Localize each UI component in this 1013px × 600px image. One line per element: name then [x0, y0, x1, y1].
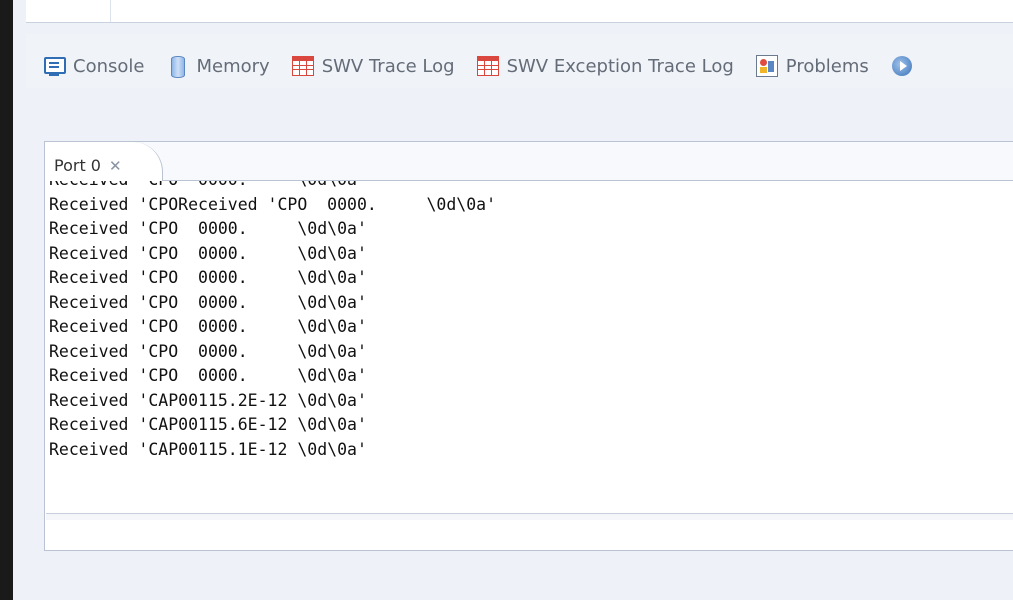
console-line: Received 'CAP00115.2E-12 \0d\0a' — [49, 390, 367, 410]
tab-port-0[interactable]: Port 0 ✕ — [45, 142, 163, 181]
console-line: Received 'CAP00115.1E-12 \0d\0a' — [49, 439, 367, 459]
views-tab-row: Console Memory SWV Trace Log SWV Excepti… — [43, 51, 935, 81]
tab-memory[interactable]: Memory — [166, 55, 270, 78]
console-pane: Port 0 ✕ Received 'CPO 0000. \0d\0a' Rec… — [44, 141, 1013, 551]
console-line: Received 'CAP00115.6E-12 \0d\0a' — [49, 415, 367, 434]
upper-panel-divider — [110, 0, 111, 22]
console-line: Received 'CPO 0000. \0d\0a' — [49, 181, 367, 189]
console-line: Received 'CPO 0000. \0d\0a' — [49, 341, 367, 361]
tab-overflow[interactable] — [891, 55, 913, 77]
tab-swv-exception-trace-log-label: SWV Exception Trace Log — [506, 55, 734, 77]
tab-swv-exception-trace-log[interactable]: SWV Exception Trace Log — [476, 55, 734, 77]
tab-console[interactable]: Console — [43, 55, 144, 77]
tab-memory-label: Memory — [196, 55, 270, 77]
console-tab-strip: Port 0 ✕ — [45, 142, 1013, 181]
console-output[interactable]: Received 'CPO 0000. \0d\0a' Received 'CP… — [46, 181, 1012, 508]
console-text: Received 'CPO 0000. \0d\0a' Received 'CP… — [49, 181, 496, 462]
tab-problems[interactable]: Problems — [755, 55, 869, 77]
table-icon — [291, 56, 314, 76]
console-line: Received 'CPO 0000. \0d\0a' — [49, 317, 367, 336]
tab-console-label: Console — [73, 55, 145, 77]
memory-icon — [166, 55, 188, 78]
tab-port-0-label: Port 0 — [54, 156, 101, 175]
play-circle-icon — [891, 55, 913, 77]
window-left-edge — [0, 0, 13, 600]
problems-icon — [755, 55, 778, 77]
tab-problems-label: Problems — [785, 55, 869, 77]
console-line: Received 'CPO 0000. \0d\0a' — [49, 219, 367, 238]
console-line: Received 'CPO 0000. \0d\0a' — [49, 268, 367, 287]
console-line: Received 'CPO 0000. \0d\0a' — [49, 243, 367, 263]
console-icon — [43, 55, 66, 77]
console-line: Received 'CPOReceived 'CPO 0000. \0d\0a' — [49, 194, 497, 214]
close-icon[interactable]: ✕ — [109, 157, 122, 175]
views-toolbar: Console Memory SWV Trace Log SWV Excepti… — [26, 34, 1013, 88]
tab-swv-trace-log[interactable]: SWV Trace Log — [291, 55, 455, 77]
table-icon — [476, 56, 499, 76]
horizontal-scrollbar[interactable] — [46, 513, 1013, 520]
console-line: Received 'CPO 0000. \0d\0a' — [49, 292, 367, 312]
upper-panel — [26, 0, 1013, 23]
console-line: Received 'CPO 0000. \0d\0a' — [49, 366, 367, 385]
tab-swv-trace-log-label: SWV Trace Log — [321, 55, 455, 77]
